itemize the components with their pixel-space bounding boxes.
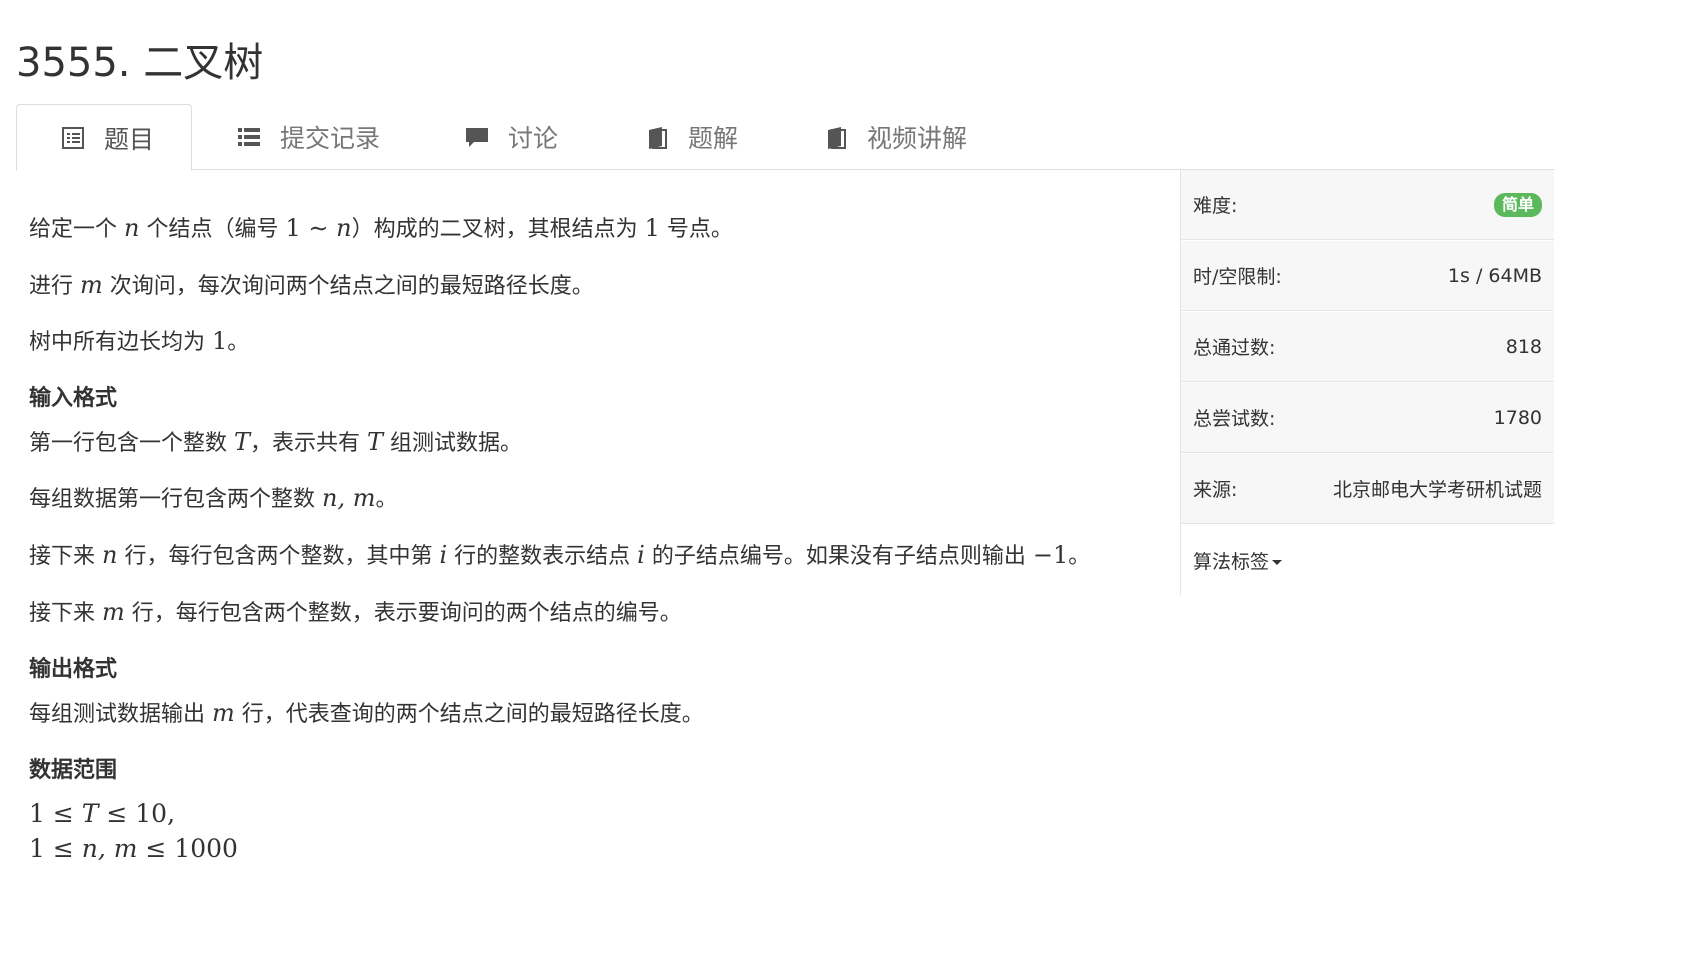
- input-paragraph: 接下来 m 行，每行包含两个整数，表示要询问的两个结点的编号。: [29, 598, 682, 626]
- range-formula: 1 ≤ n, m ≤ 1000: [29, 834, 238, 863]
- input-paragraph: 第一行包含一个整数 T，表示共有 T 组测试数据。: [29, 428, 523, 456]
- tab-label: 提交记录: [280, 124, 381, 153]
- book-icon: [823, 124, 849, 150]
- data-range-heading: 数据范围: [29, 758, 118, 783]
- tab-problem[interactable]: 题目: [16, 104, 192, 171]
- problem-info-panel: 难度: 简单 时/空限制: 1s / 64MB 总通过数: 818 总尝试数: …: [1180, 170, 1554, 595]
- tried-value: 1780: [1493, 406, 1542, 429]
- difficulty-row: 难度: 简单: [1181, 170, 1554, 240]
- statement-paragraph: 树中所有边长均为 1。: [29, 327, 250, 355]
- input-paragraph: 接下来 n 行，每行包含两个整数，其中第 i 行的整数表示结点 i 的子结点编号…: [29, 541, 1091, 569]
- problem-page: 3555. 二叉树 题目 提交记录 讨论 题解 视频讲解 给定一个 n 个结点（…: [0, 0, 1694, 955]
- algorithm-tags-label: 算法标签: [1193, 550, 1270, 573]
- algorithm-tags-row: 算法标签: [1181, 525, 1554, 595]
- statement-paragraph: 进行 m 次询问，每次询问两个结点之间的最短路径长度。: [29, 271, 594, 299]
- source-label: 来源:: [1193, 479, 1238, 501]
- algorithm-tags-dropdown[interactable]: 算法标签: [1193, 547, 1283, 574]
- input-format-heading: 输入格式: [29, 386, 118, 411]
- limit-label: 时/空限制:: [1193, 266, 1282, 288]
- limit-value: 1s / 64MB: [1447, 264, 1542, 287]
- tab-label: 讨论: [508, 124, 559, 153]
- tab-discussion[interactable]: 讨论: [464, 104, 558, 170]
- problem-tabs: 题目 提交记录 讨论 题解 视频讲解: [16, 104, 1554, 171]
- page-title: 3555. 二叉树: [16, 39, 264, 86]
- tab-label: 题目: [104, 124, 155, 154]
- tab-label: 视频讲解: [867, 124, 968, 153]
- passed-value: 818: [1505, 335, 1542, 358]
- difficulty-badge: 简单: [1493, 192, 1542, 217]
- comment-icon: [464, 124, 490, 150]
- tab-submissions[interactable]: 提交记录: [236, 104, 380, 170]
- source-value: 北京邮电大学考研机试题: [1332, 479, 1542, 501]
- passed-row: 总通过数: 818: [1181, 312, 1554, 382]
- limit-row: 时/空限制: 1s / 64MB: [1181, 241, 1554, 311]
- tab-label: 题解: [688, 124, 739, 153]
- tab-solutions[interactable]: 题解: [644, 104, 738, 170]
- book-icon: [644, 124, 670, 150]
- document-list-icon: [60, 125, 86, 151]
- list-icon: [236, 124, 262, 150]
- tried-row: 总尝试数: 1780: [1181, 383, 1554, 453]
- tab-video[interactable]: 视频讲解: [823, 104, 967, 170]
- source-row: 来源: 北京邮电大学考研机试题: [1181, 454, 1554, 524]
- output-paragraph: 每组测试数据输出 m 行，代表查询的两个结点之间的最短路径长度。: [29, 699, 704, 727]
- caret-down-icon: [1272, 559, 1283, 565]
- difficulty-label: 难度:: [1193, 195, 1238, 217]
- input-paragraph: 每组数据第一行包含两个整数 n, m。: [29, 484, 398, 512]
- statement-paragraph: 给定一个 n 个结点（编号 1 ∼ n）构成的二叉树，其根结点为 1 号点。: [29, 214, 733, 242]
- range-formula: 1 ≤ T ≤ 10,: [29, 799, 176, 828]
- passed-label: 总通过数:: [1193, 337, 1276, 359]
- output-format-heading: 输出格式: [29, 657, 118, 682]
- tried-label: 总尝试数:: [1193, 408, 1276, 430]
